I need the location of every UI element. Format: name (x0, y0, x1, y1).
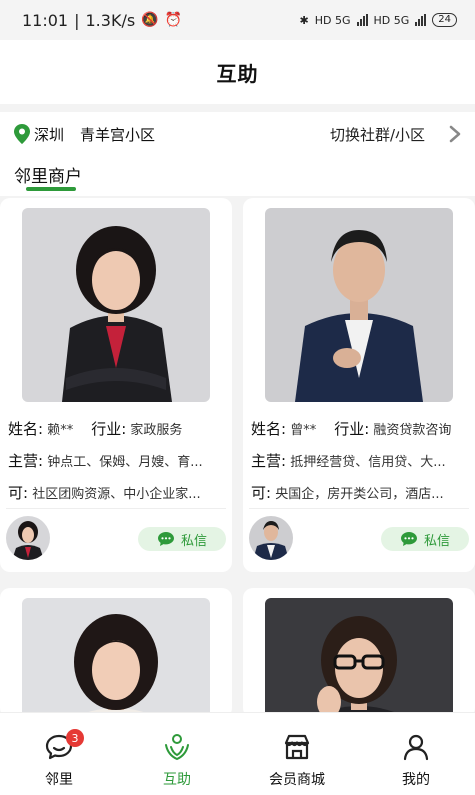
merchant-name: 曾** (290, 423, 317, 438)
avatar[interactable] (249, 516, 293, 560)
card-divider (6, 508, 226, 509)
helping-hands-icon (165, 734, 189, 761)
tab-member-mall[interactable]: 会员商城 (238, 713, 356, 795)
store-icon (284, 734, 310, 760)
card-divider (249, 508, 469, 509)
location-bar[interactable]: 深圳 青羊宫小区 切换社群/小区 (0, 112, 475, 156)
app-header: 互助 (0, 40, 475, 104)
tab-neighbor-merchants[interactable]: 邻里商户 (14, 162, 82, 187)
page-title: 互助 (216, 61, 259, 86)
merchant-name-industry: 姓名: 曾** 行业: 融资贷款咨询 (251, 420, 452, 438)
signal-icon-2 (415, 14, 427, 26)
bluetooth-icon: ✱ (299, 13, 309, 27)
tab-mine[interactable]: 我的 (357, 713, 475, 795)
chat-bubble-icon (157, 532, 174, 546)
merchant-photo[interactable] (265, 208, 453, 402)
merchant-industry: 融资贷款咨询 (373, 423, 452, 438)
merchant-portrait-image (265, 208, 453, 402)
chevron-right-icon[interactable] (449, 125, 461, 143)
section-tabs: 邻里商户 (0, 156, 475, 196)
merchant-card[interactable]: 姓名: 赖** 行业: 家政服务 主营: 钟点工、保姆、月嫂、育... 可: 社区… (0, 198, 232, 572)
merchant-card[interactable] (0, 588, 232, 792)
mute-icon: 🔕 (141, 12, 159, 28)
merchant-portrait-image (22, 208, 210, 402)
network-2: HD 5G (373, 13, 410, 27)
merchant-can-offer: 可: 央国企，房开类公司，酒店... (251, 484, 444, 502)
private-message-button[interactable]: 私信 (381, 527, 469, 551)
battery-icon: 24 (432, 13, 457, 27)
bottom-tab-bar: 3 邻里 互助 会员商城 我的 (0, 712, 475, 795)
switch-community-link[interactable]: 切换社群/小区 (330, 124, 425, 145)
avatar[interactable] (6, 516, 50, 560)
merchant-card[interactable]: 姓名: 曾** 行业: 融资贷款咨询 主营: 抵押经营贷、信用贷、大... 可: … (243, 198, 475, 572)
signal-icon (356, 14, 368, 26)
merchant-main-business: 主营: 抵押经营贷、信用贷、大... (251, 452, 446, 470)
unread-badge: 3 (66, 729, 84, 747)
location-community: 青羊宫小区 (80, 125, 156, 144)
status-time: 11:01 (22, 10, 69, 30)
merchant-photo[interactable] (22, 208, 210, 402)
status-speed: 1.3K/s (85, 10, 136, 30)
tab-mutual-help[interactable]: 互助 (118, 713, 236, 795)
merchant-card[interactable] (243, 588, 475, 792)
alarm-icon: ⏰ (164, 12, 183, 28)
merchant-industry: 家政服务 (130, 423, 183, 438)
location-city: 深圳 (34, 125, 65, 144)
location-pin-icon (14, 124, 30, 144)
network-1: HD 5G (314, 13, 351, 27)
tab-neighbors[interactable]: 3 邻里 (0, 713, 118, 795)
status-bar: 11:01 | 1.3K/s 🔕 ⏰ ✱ HD 5G HD 5G 24 (0, 0, 475, 40)
merchant-can-offer: 可: 社区团购资源、中小企业家... (8, 484, 201, 502)
merchant-name-industry: 姓名: 赖** 行业: 家政服务 (8, 420, 183, 438)
merchant-main-business: 主营: 钟点工、保姆、月嫂、育... (8, 452, 203, 470)
merchant-name: 赖** (47, 423, 74, 438)
private-message-button[interactable]: 私信 (138, 527, 226, 551)
user-icon (403, 734, 429, 761)
active-tab-indicator (26, 187, 76, 191)
chat-bubble-icon (400, 532, 417, 546)
